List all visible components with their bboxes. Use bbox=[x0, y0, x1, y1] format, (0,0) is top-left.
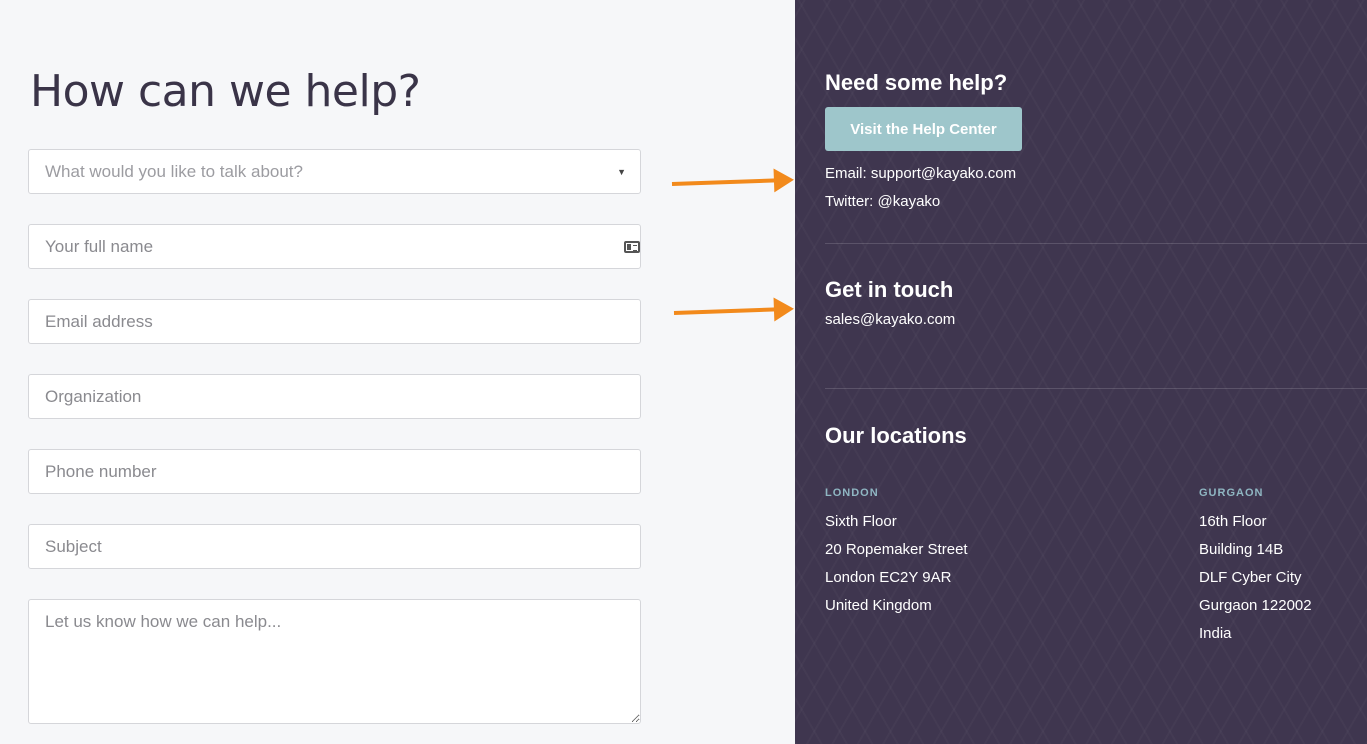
support-email-link[interactable]: Email: support@kayako.com bbox=[825, 165, 1016, 182]
locations-heading: Our locations bbox=[825, 423, 967, 448]
london-address-line: 20 Ropemaker Street bbox=[825, 541, 968, 558]
help-sidebar: Need some help? Visit the Help Center Em… bbox=[795, 0, 1367, 744]
need-help-heading: Need some help? bbox=[825, 70, 1008, 95]
topic-select-placeholder: What would you like to talk about? bbox=[45, 161, 303, 181]
divider bbox=[825, 243, 1367, 244]
organization-input[interactable] bbox=[28, 374, 641, 419]
id-card-icon bbox=[624, 241, 640, 253]
london-address-line: London EC2Y 9AR bbox=[825, 569, 952, 586]
gurgaon-address-line: Gurgaon 122002 bbox=[1199, 597, 1312, 614]
gurgaon-address-line: DLF Cyber City bbox=[1199, 569, 1302, 586]
message-textarea[interactable] bbox=[28, 599, 641, 724]
email-input[interactable] bbox=[28, 299, 641, 344]
gurgaon-address-line: 16th Floor bbox=[1199, 513, 1267, 530]
london-address-line: Sixth Floor bbox=[825, 513, 897, 530]
office-label-london: LONDON bbox=[825, 487, 879, 499]
topic-select[interactable]: What would you like to talk about? ▼ bbox=[28, 149, 641, 194]
full-name-input[interactable] bbox=[28, 224, 641, 269]
arrow-annotation-sales bbox=[673, 307, 781, 315]
phone-input[interactable] bbox=[28, 449, 641, 494]
contact-form-panel: How can we help? What would you like to … bbox=[0, 0, 795, 744]
chevron-down-icon: ▼ bbox=[617, 166, 626, 177]
divider bbox=[825, 388, 1367, 389]
name-field-wrapper bbox=[28, 224, 641, 269]
gurgaon-address-line: India bbox=[1199, 625, 1232, 642]
subject-input[interactable] bbox=[28, 524, 641, 569]
get-in-touch-heading: Get in touch bbox=[825, 277, 954, 302]
page-title: How can we help? bbox=[30, 66, 421, 117]
twitter-link[interactable]: Twitter: @kayako bbox=[825, 193, 940, 210]
office-label-gurgaon: GURGAON bbox=[1199, 487, 1264, 499]
sales-email-link[interactable]: sales@kayako.com bbox=[825, 311, 955, 328]
visit-help-center-button[interactable]: Visit the Help Center bbox=[825, 107, 1022, 151]
gurgaon-address-line: Building 14B bbox=[1199, 541, 1284, 558]
arrow-annotation-support bbox=[671, 178, 781, 186]
london-address-line: United Kingdom bbox=[825, 597, 932, 614]
